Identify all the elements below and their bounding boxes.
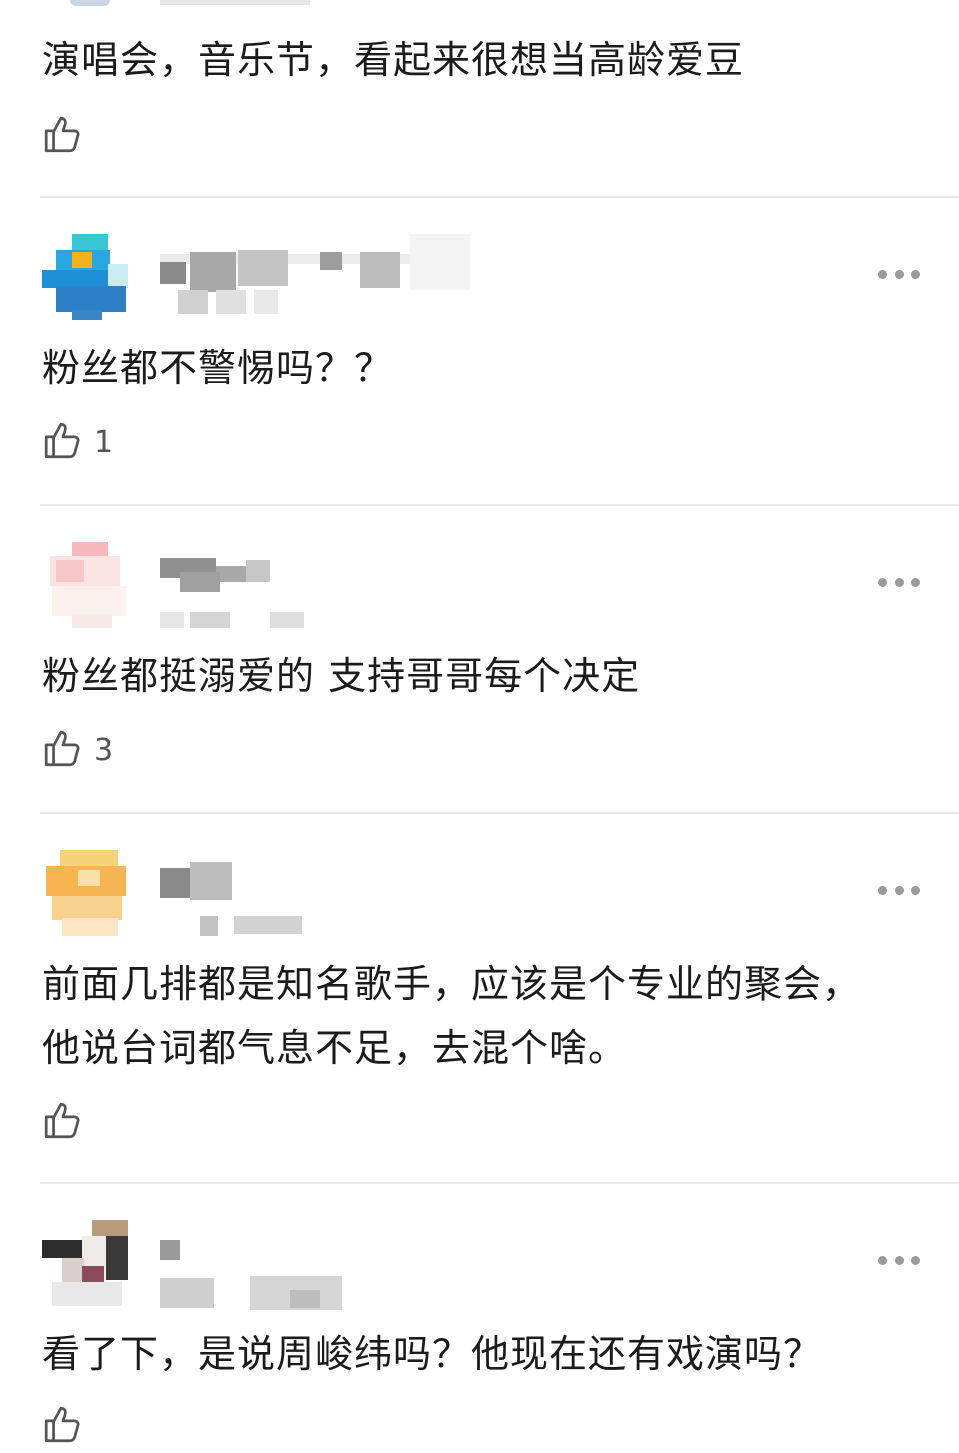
like-button[interactable]: 3 xyxy=(42,728,113,772)
more-options-button[interactable] xyxy=(878,1254,920,1266)
divider xyxy=(40,1182,959,1184)
thumbs-up-icon xyxy=(42,419,84,465)
divider xyxy=(40,812,959,814)
more-options-button[interactable] xyxy=(878,268,920,280)
avatar[interactable] xyxy=(42,234,128,320)
avatar[interactable] xyxy=(42,1220,128,1306)
username-blurred-cropped xyxy=(160,0,310,5)
like-count: 1 xyxy=(94,424,114,460)
avatar[interactable] xyxy=(42,542,128,628)
like-button[interactable] xyxy=(42,1100,94,1144)
like-count: 3 xyxy=(94,732,114,768)
avatar[interactable] xyxy=(42,850,128,936)
like-button[interactable] xyxy=(42,114,94,158)
comment-text: 粉丝都不警惕吗？？ xyxy=(42,346,394,390)
more-options-button[interactable] xyxy=(878,576,920,588)
avatar-cropped xyxy=(70,0,110,6)
more-dots-icon xyxy=(878,269,887,279)
username-blurred xyxy=(160,850,500,936)
divider xyxy=(40,196,959,198)
thumbs-up-icon xyxy=(42,113,84,159)
previous-comment-header-cropped xyxy=(0,0,959,12)
thumbs-up-icon xyxy=(42,1403,84,1449)
like-button[interactable] xyxy=(42,1404,94,1448)
username-blurred xyxy=(160,542,500,628)
username-blurred xyxy=(160,234,500,320)
more-options-button[interactable] xyxy=(878,884,920,896)
divider xyxy=(40,504,959,506)
like-button[interactable]: 1 xyxy=(42,420,113,464)
comment-text: 看了下，是说周峻纬吗？他现在还有戏演吗？ xyxy=(42,1332,823,1376)
more-dots-icon xyxy=(878,1255,887,1265)
comment-text: 粉丝都挺溺爱的 支持哥哥每个决定 xyxy=(42,654,641,698)
comment-text: 前面几排都是知名歌手，应该是个专业的聚会， 他说台词都气息不足，去混个啥。 xyxy=(42,962,862,1070)
thumbs-up-icon xyxy=(42,727,84,773)
more-dots-icon xyxy=(878,885,887,895)
more-dots-icon xyxy=(878,577,887,587)
username-blurred xyxy=(160,1220,500,1310)
comment-text: 演唱会，音乐节，看起来很想当高龄爱豆 xyxy=(42,38,745,82)
thumbs-up-icon xyxy=(42,1099,84,1145)
